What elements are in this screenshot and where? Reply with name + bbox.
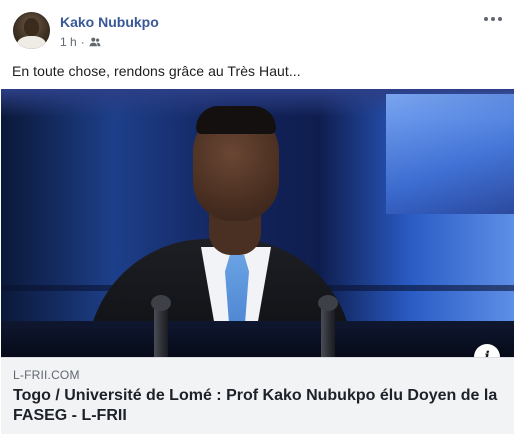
- meta-separator: ·: [80, 35, 85, 49]
- post-header: Kako Nubukpo 1 h ·: [0, 0, 517, 56]
- avatar-shirt: [17, 36, 46, 49]
- link-domain: L-FRII.COM: [13, 368, 80, 382]
- feed-post: Kako Nubukpo 1 h · En toute chose, rendo…: [0, 0, 517, 434]
- more-options-icon[interactable]: [479, 8, 507, 30]
- post-message: En toute chose, rendons grâce au Très Ha…: [12, 63, 301, 79]
- link-preview-image[interactable]: [1, 89, 514, 357]
- avatar-face: [24, 18, 39, 36]
- post-timestamp[interactable]: 1 h: [60, 35, 77, 49]
- link-preview-card[interactable]: i L-FRII.COM Togo / Université de Lomé :…: [1, 89, 514, 434]
- author-name[interactable]: Kako Nubukpo: [60, 14, 159, 30]
- post-meta: 1 h ·: [60, 35, 101, 49]
- microphone-right: [318, 295, 338, 357]
- author-avatar[interactable]: [13, 12, 50, 49]
- friends-icon[interactable]: [89, 36, 101, 48]
- microphone-left: [151, 295, 171, 357]
- link-title[interactable]: Togo / Université de Lomé : Prof Kako Nu…: [13, 386, 503, 426]
- link-caption[interactable]: L-FRII.COM Togo / Université de Lomé : P…: [1, 357, 514, 434]
